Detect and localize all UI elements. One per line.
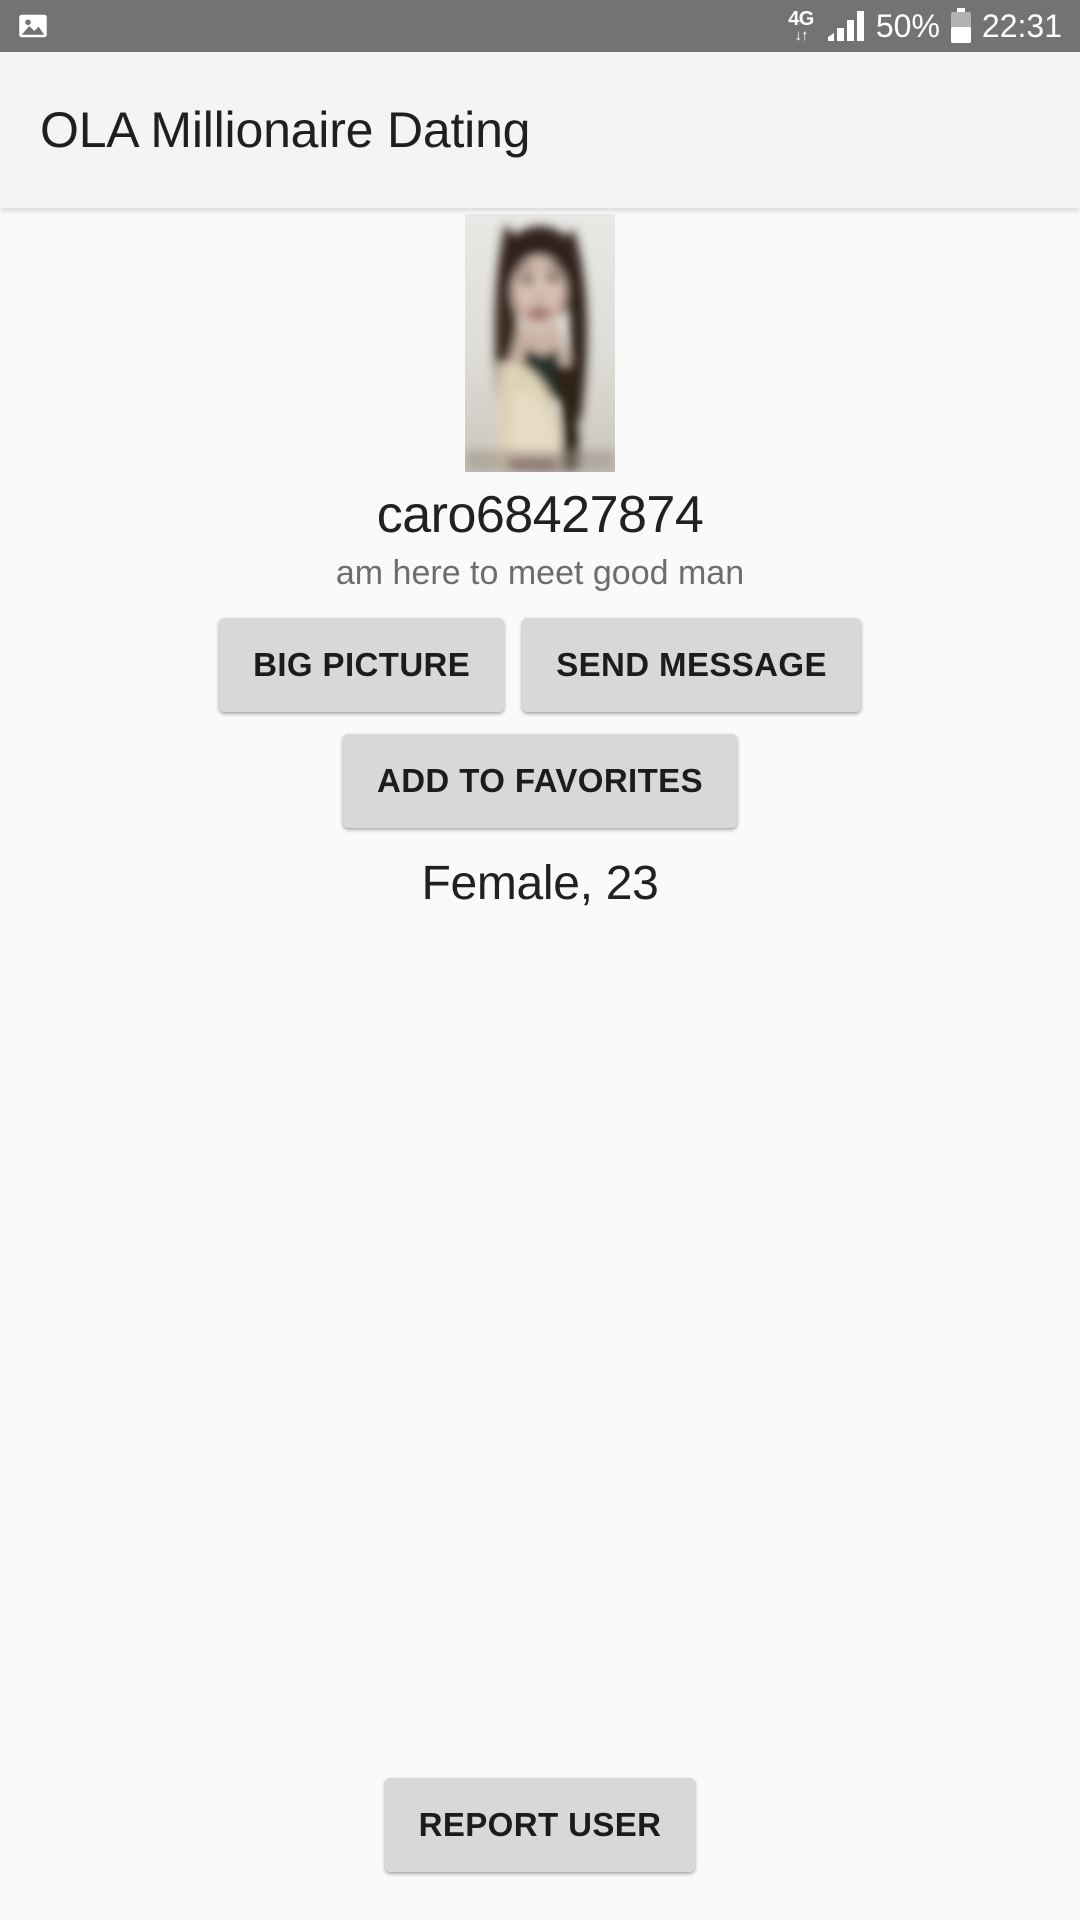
page-title: OLA Millionaire Dating: [40, 102, 531, 158]
status-bar-left: [18, 13, 48, 39]
profile-username: caro68427874: [376, 486, 704, 544]
add-to-favorites-button[interactable]: ADD TO FAVORITES: [342, 734, 738, 828]
report-user-button[interactable]: REPORT USER: [384, 1778, 696, 1872]
app-bar: OLA Millionaire Dating: [0, 52, 1080, 208]
profile-content: caro68427874 am here to meet good man BI…: [0, 208, 1080, 1920]
network-type-indicator: 4G ↓↑: [788, 9, 814, 43]
network-type-label: 4G: [788, 8, 814, 30]
data-transfer-arrows-icon: ↓↑: [794, 27, 809, 44]
primary-action-row: BIG PICTURE SEND MESSAGE: [219, 618, 861, 712]
secondary-action-row: ADD TO FAVORITES: [342, 734, 738, 828]
big-picture-button[interactable]: BIG PICTURE: [219, 618, 505, 712]
clock-label: 22:31: [981, 7, 1062, 44]
status-bar-right: 4G ↓↑ 50% 22:31: [788, 8, 1062, 45]
photo-notification-icon: [18, 13, 48, 39]
send-message-button[interactable]: SEND MESSAGE: [522, 618, 861, 712]
battery-half-icon: [950, 8, 972, 44]
profile-gender-age: Female, 23: [421, 857, 659, 910]
battery-percentage-label: 50%: [875, 7, 940, 44]
report-action-row: REPORT USER: [0, 1778, 1080, 1920]
profile-tagline: am here to meet good man: [335, 554, 745, 592]
signal-bars-icon: [826, 9, 866, 43]
status-bar: 4G ↓↑ 50% 22:31: [0, 0, 1080, 52]
avatar[interactable]: [465, 214, 615, 472]
